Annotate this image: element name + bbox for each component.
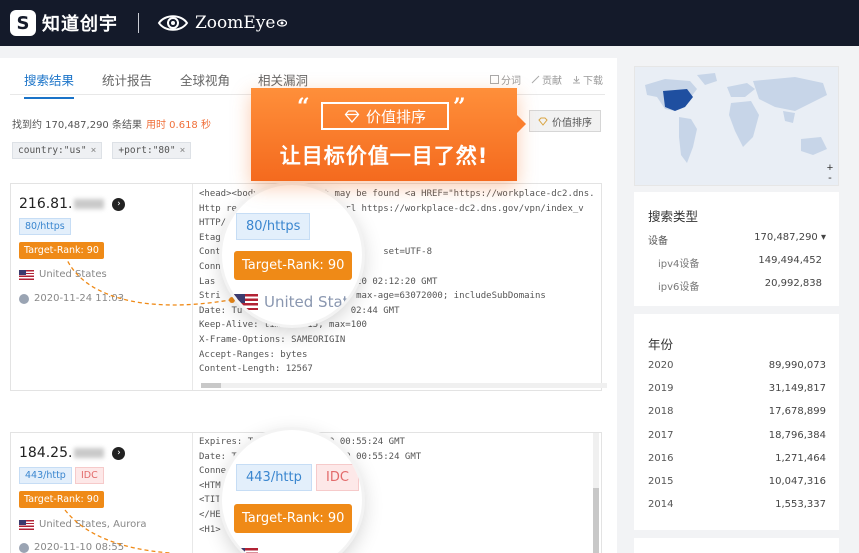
vertical-scrollbar[interactable] [593,433,599,553]
contribute-button[interactable]: 贡献 [531,72,562,87]
year-title: 年份 [648,337,674,352]
section-divider [634,306,839,314]
value-sort-button[interactable]: 价值排序 [529,110,601,132]
ip-redacted [74,199,105,209]
facet-row-year[interactable]: 2019 31,149,817 [648,383,826,394]
diamond-icon [344,109,360,123]
share-button[interactable]: 分词 [490,72,521,87]
ip-redacted [74,448,105,458]
port-badge-zoomed: 80/https [236,213,311,240]
promo-pointer [517,115,526,133]
close-quote: ” [453,94,466,120]
facet-row-year[interactable]: 2017 18,796,384 [648,430,826,441]
facet-panel: 搜索类型 设备 170,487,290 ▾ ipv4设备 149,494,452 i… [634,192,839,553]
search-type-title: 搜索类型 [648,209,699,224]
country-label-zoomed: United States [234,293,362,311]
zoom-out-button[interactable]: - [825,173,835,184]
filter-tags: country:"us" × +port:"80" × [12,142,192,159]
world-map-graphic [635,67,838,185]
knownsec-logo-icon[interactable]: S [10,10,36,36]
facet-row-year[interactable]: 2018 17,678,899 [648,406,826,417]
us-flag-icon [19,269,34,280]
facet-row-ipv4[interactable]: ipv4设备 149,494,452 [658,255,822,270]
diamond-icon [538,117,548,126]
contribute-icon [531,75,540,84]
close-icon[interactable]: × [180,145,186,156]
arrow-right-icon[interactable]: › [112,197,126,211]
us-flag-icon [234,294,258,310]
port-badge[interactable]: 443/http [19,467,72,484]
value-sort-promo: “ ” 价值排序 让目标价值一目了然! [251,88,526,181]
result-count: 找到约 170,487,290 条结果 用时 0.618 秒 [12,120,211,131]
port-badge-zoomed: 443/http [236,464,312,491]
facet-row-year[interactable]: 2020 89,990,073 [648,360,826,371]
idc-badge[interactable]: IDC [75,467,104,484]
promo-headline: 让目标价值一目了然! [279,144,489,168]
top-bar: S 知道创宇 ZoomEye [0,0,859,46]
logo-divider [138,13,139,33]
port-badge[interactable]: 80/https [19,218,71,235]
horizontal-scrollbar[interactable] [201,383,607,388]
zoomeye-eye-icon [157,15,189,31]
us-flag-icon [19,519,34,530]
country-label-zoomed [234,548,258,553]
target-rank-badge-zoomed: Target-Rank: 90 [234,251,353,280]
open-quote: “ [297,94,310,120]
ip-address[interactable]: 216.81. › [19,196,126,212]
close-icon[interactable]: × [91,145,97,156]
clock-icon [19,293,29,304]
filter-tag-country[interactable]: country:"us" × [12,142,103,159]
brand-name: 知道创宇 [42,14,118,35]
facet-row-year[interactable]: 2014 1,553,337 [648,499,826,510]
world-map[interactable]: + - [634,66,839,186]
clock-icon [19,542,29,553]
share-icon [490,75,499,84]
filter-tag-port[interactable]: +port:"80" × [112,142,192,159]
facet-row-device[interactable]: 设备 170,487,290 ▾ [648,232,826,247]
facet-row-ipv6[interactable]: ipv6设备 20,992,838 [658,278,822,293]
toolbar: 分词 贡献 下载 [490,72,603,87]
download-button[interactable]: 下载 [572,72,603,87]
target-rank-badge-zoomed: Target-Rank: 90 [234,504,353,533]
magnifier-zoom: 80/https Target-Rank: 90 United States [222,185,362,325]
idc-badge-zoomed: IDC [316,464,359,491]
section-divider [634,530,839,538]
facet-row-year[interactable]: 2015 10,047,316 [648,476,826,487]
arrow-right-icon[interactable]: › [112,446,126,460]
facet-row-year[interactable]: 2016 1,271,464 [648,453,826,464]
ip-address[interactable]: 184.25. › [19,445,126,461]
promo-label-box: 价值排序 [321,102,449,130]
zoomeye-wordmark[interactable]: ZoomEye [195,13,275,33]
download-icon [573,76,580,84]
zoomeye-mini-eye-icon [277,19,288,27]
us-flag-icon [234,548,258,553]
